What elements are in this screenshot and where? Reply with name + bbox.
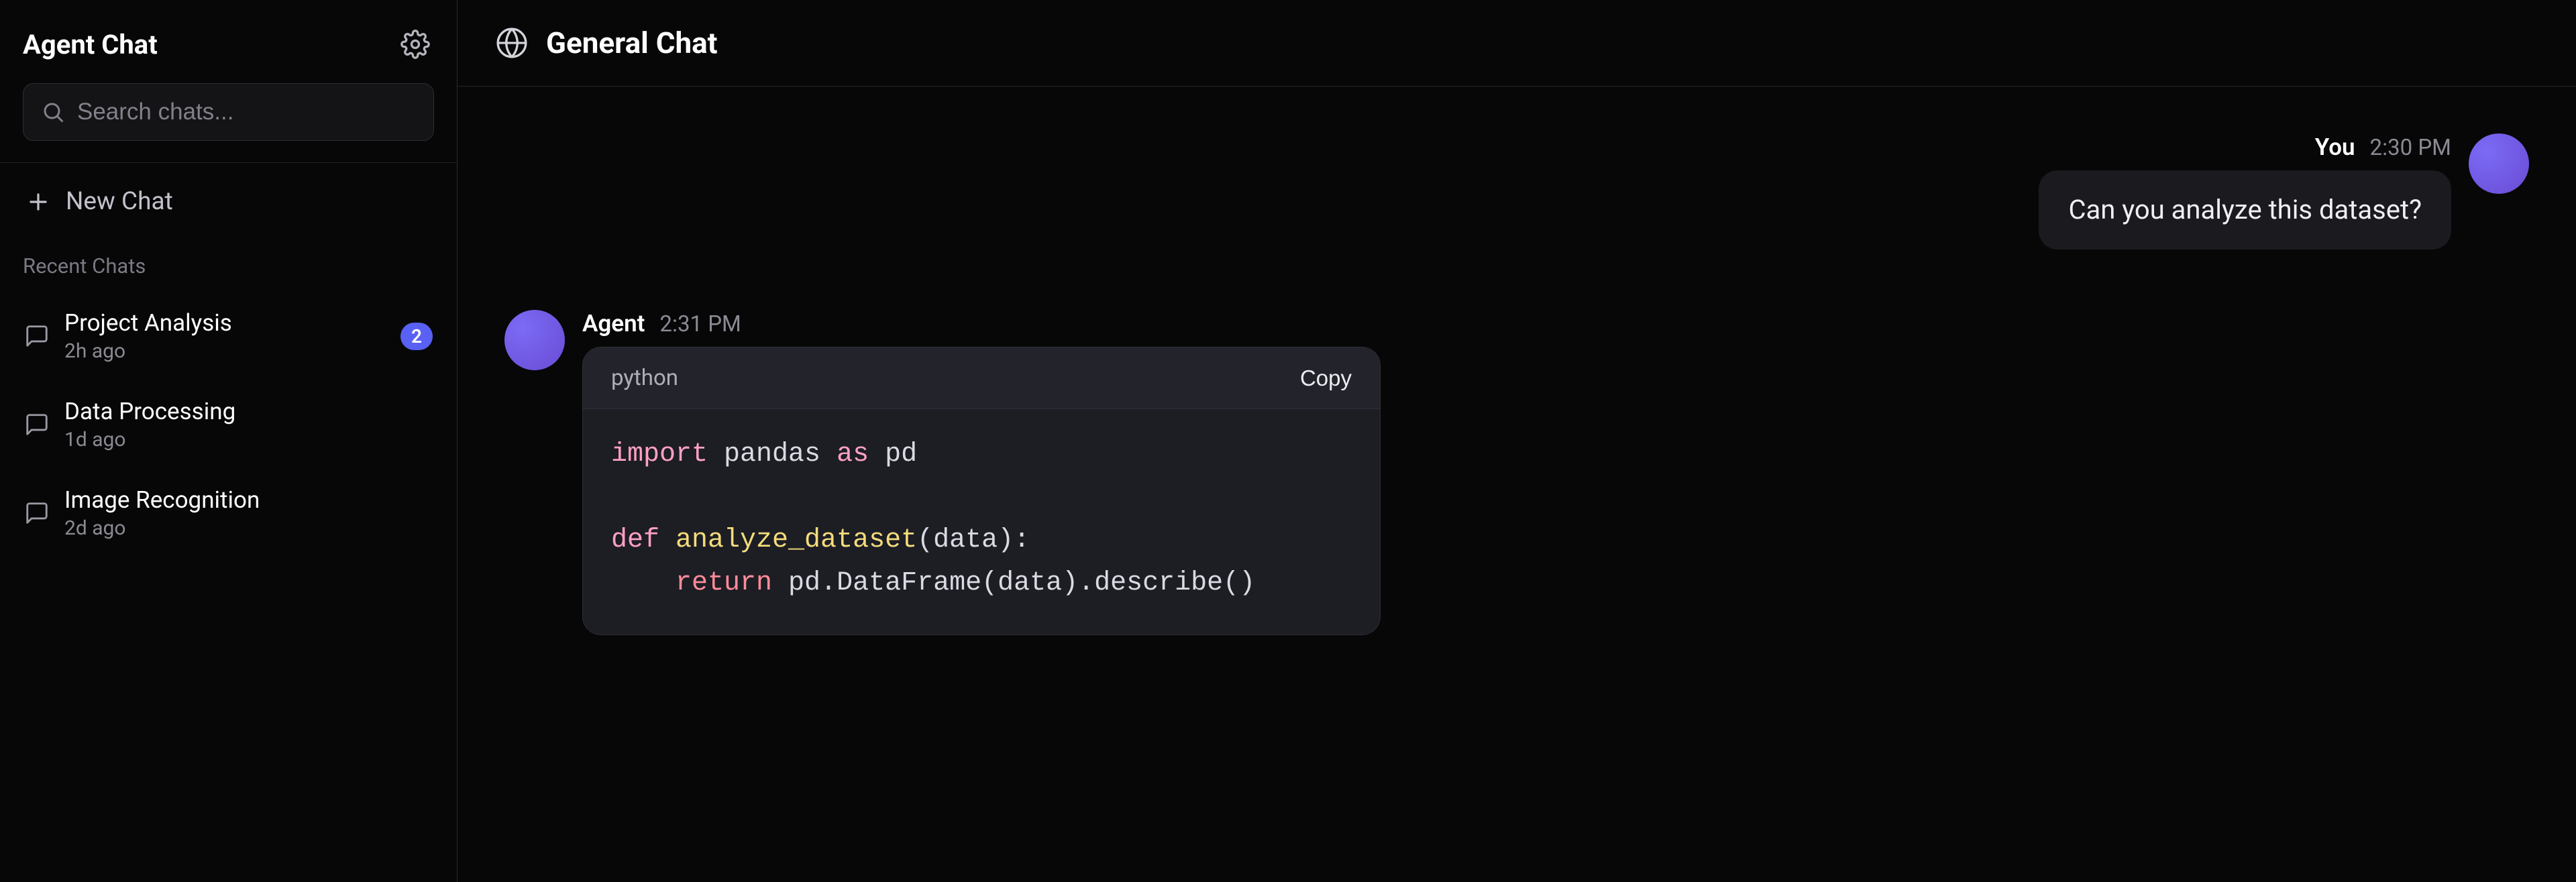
code-token: pd.DataFrame(data).describe() bbox=[772, 568, 1255, 598]
message-user: You 2:30 PM Can you analyze this dataset… bbox=[504, 133, 2529, 250]
message-icon bbox=[24, 323, 50, 349]
chat-item-sub: 2h ago bbox=[64, 339, 386, 363]
chat-item-title: Data Processing bbox=[64, 398, 433, 425]
sender-label: Agent bbox=[582, 310, 645, 337]
message-time: 2:30 PM bbox=[2370, 135, 2451, 161]
app-title: Agent Chat bbox=[23, 29, 158, 60]
chat-item-title: Image Recognition bbox=[64, 486, 433, 514]
new-chat-label: New Chat bbox=[66, 187, 173, 216]
code-token: analyze_dataset bbox=[659, 525, 917, 555]
settings-button[interactable] bbox=[396, 25, 434, 63]
code-token: (data): bbox=[917, 525, 1030, 555]
unread-badge: 2 bbox=[400, 323, 433, 350]
code-language-label: python bbox=[611, 365, 678, 391]
main-panel: General Chat You 2:30 PM Can you analyze… bbox=[458, 0, 2576, 882]
gear-icon bbox=[400, 30, 430, 59]
message-icon bbox=[24, 500, 50, 526]
code-token bbox=[611, 568, 676, 598]
search-box[interactable] bbox=[23, 83, 434, 141]
plus-icon bbox=[25, 189, 51, 215]
chat-list: Project Analysis 2h ago 2 Data Processin… bbox=[0, 292, 457, 557]
search-container bbox=[0, 83, 457, 162]
chat-item-sub: 2d ago bbox=[64, 516, 433, 540]
chat-item-data-processing[interactable]: Data Processing 1d ago bbox=[8, 380, 449, 469]
code-content: import pandas as pd def analyze_dataset(… bbox=[611, 433, 1352, 605]
chat-item-project-analysis[interactable]: Project Analysis 2h ago 2 bbox=[8, 292, 449, 380]
recent-chats-heading: Recent Chats bbox=[0, 240, 457, 292]
chat-body: You 2:30 PM Can you analyze this dataset… bbox=[458, 87, 2576, 882]
sender-label: You bbox=[2315, 133, 2355, 161]
chat-item-image-recognition[interactable]: Image Recognition 2d ago bbox=[8, 469, 449, 557]
code-token: pandas bbox=[708, 439, 837, 470]
chat-item-title: Project Analysis bbox=[64, 309, 386, 337]
code-token: return bbox=[676, 568, 772, 598]
message-bubble: Can you analyze this dataset? bbox=[2039, 170, 2451, 250]
code-block: python Copy import pandas as pd def anal… bbox=[582, 347, 1381, 635]
code-token: pd bbox=[869, 439, 917, 470]
sidebar-header: Agent Chat bbox=[0, 0, 457, 83]
chat-title: General Chat bbox=[546, 25, 718, 60]
sidebar: Agent Chat New Chat bbox=[0, 0, 458, 882]
message-icon bbox=[24, 412, 50, 437]
code-token: import bbox=[611, 439, 708, 470]
chat-item-sub: 1d ago bbox=[64, 428, 433, 451]
message-time: 2:31 PM bbox=[659, 311, 741, 337]
new-chat-button[interactable]: New Chat bbox=[0, 163, 457, 240]
code-token: def bbox=[611, 525, 659, 555]
agent-avatar bbox=[504, 310, 565, 370]
search-input[interactable] bbox=[77, 99, 416, 125]
search-icon bbox=[41, 100, 65, 124]
copy-button[interactable]: Copy bbox=[1300, 366, 1352, 391]
code-body: import pandas as pd def analyze_dataset(… bbox=[583, 409, 1380, 635]
main-header: General Chat bbox=[458, 0, 2576, 87]
message-agent: Agent 2:31 PM python Copy import pandas … bbox=[504, 310, 2529, 635]
code-token: as bbox=[837, 439, 869, 470]
user-avatar bbox=[2469, 133, 2529, 194]
globe-icon bbox=[495, 26, 529, 60]
